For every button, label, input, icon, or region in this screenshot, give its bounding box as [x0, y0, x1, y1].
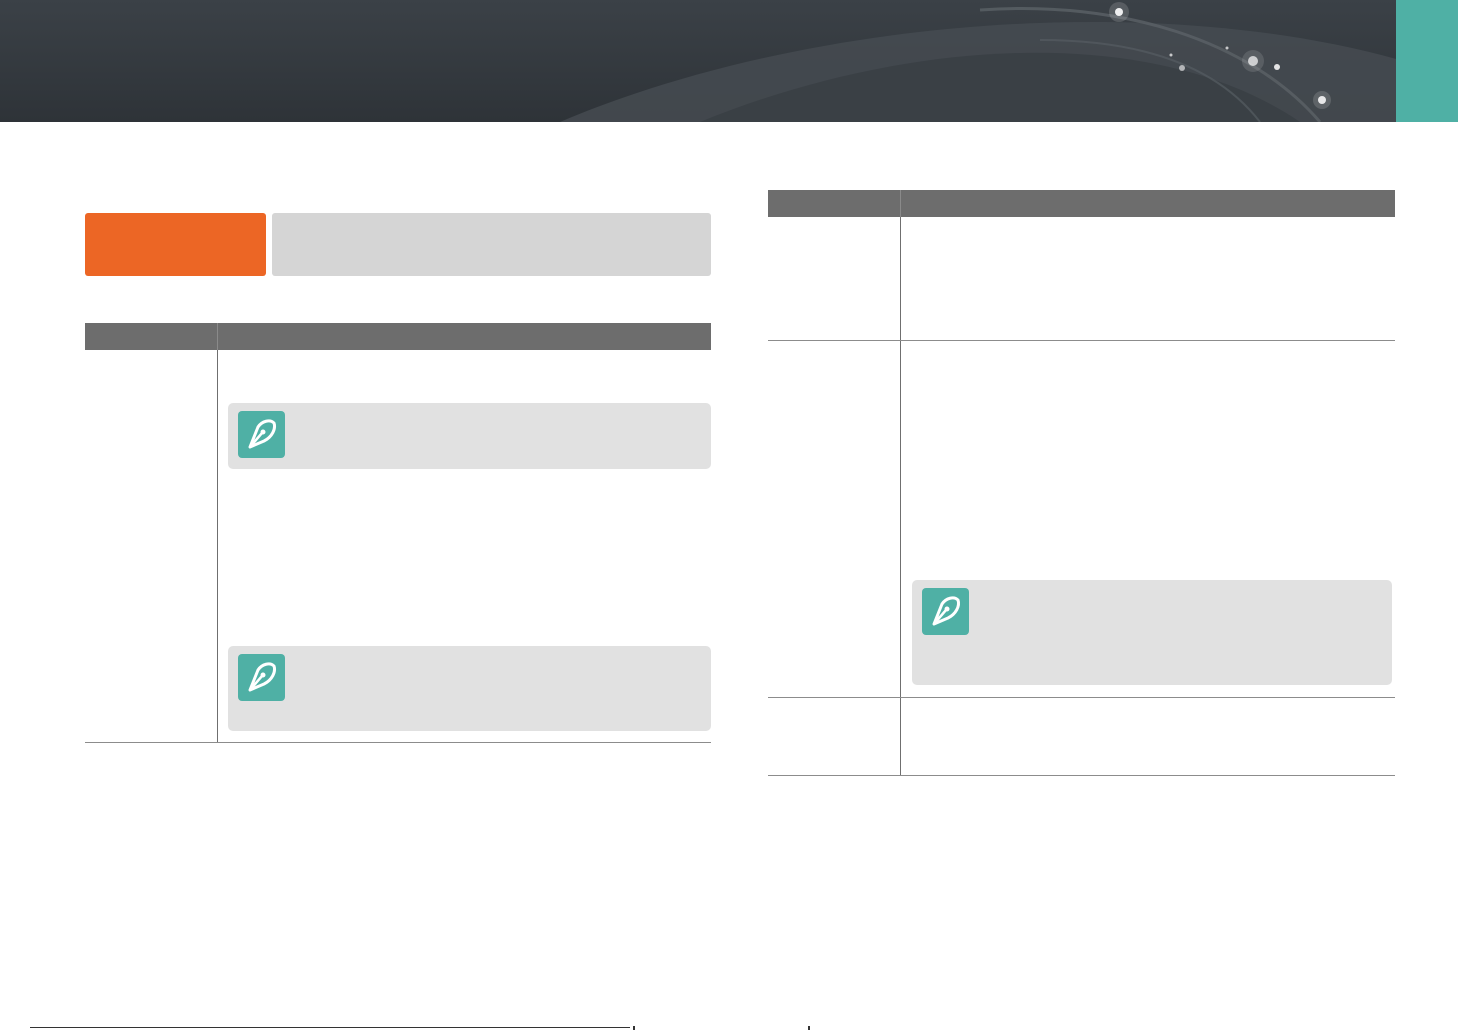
right-table-row-rule	[768, 697, 1395, 698]
note-box	[228, 403, 711, 469]
footer-tick	[808, 1026, 810, 1030]
note-box	[228, 646, 711, 731]
left-table-header	[85, 323, 711, 350]
right-table-bottom-rule	[768, 775, 1395, 776]
pen-nib-icon	[238, 654, 285, 701]
pen-nib-icon	[238, 411, 285, 458]
pen-nib-icon	[922, 588, 969, 635]
footer-tick	[633, 1026, 635, 1030]
left-table-bottom-rule	[85, 742, 711, 743]
right-table-header	[768, 190, 1395, 217]
section-title-bar	[272, 213, 711, 276]
section-label	[85, 213, 266, 276]
chapter-side-tab[interactable]	[1396, 0, 1458, 122]
right-table-row-rule	[768, 340, 1395, 341]
footer-rule	[30, 1027, 630, 1028]
header-swoosh-graphic	[560, 2, 1400, 122]
left-table-column-divider	[217, 350, 218, 742]
right-table-column-divider	[900, 217, 901, 776]
header-banner	[0, 0, 1458, 122]
note-box	[912, 580, 1392, 685]
